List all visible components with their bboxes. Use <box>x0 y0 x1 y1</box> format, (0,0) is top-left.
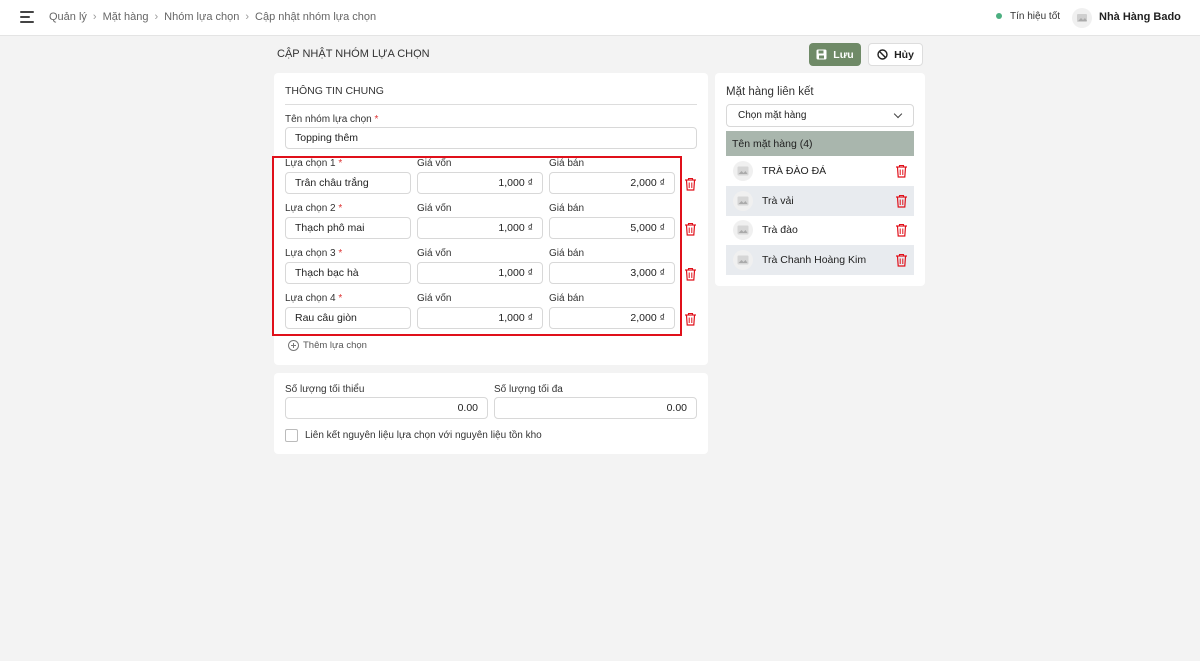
status-text: Tín hiệu tốt <box>1010 11 1061 22</box>
max-quantity-label: Số lượng tối đa <box>494 384 563 395</box>
linked-table-header: Tên mặt hàng (4) <box>726 131 914 156</box>
menu-icon[interactable] <box>20 11 36 25</box>
trash-icon[interactable] <box>895 223 908 237</box>
linked-item-row: Trà đào <box>726 215 914 245</box>
status-dot-icon <box>996 13 1002 20</box>
item-select[interactable]: Chọn mặt hàng <box>726 104 914 127</box>
max-quantity-input[interactable]: 0.00 <box>494 397 697 419</box>
min-quantity-label: Số lượng tối thiểu <box>285 384 365 395</box>
linked-item-name: Trà vải <box>762 194 794 207</box>
section-title: THÔNG TIN CHUNG <box>285 85 384 97</box>
linked-item-name: Trà đào <box>762 224 798 236</box>
trash-icon[interactable] <box>684 267 697 281</box>
group-name-label: Tên nhóm lựa chọn * <box>285 114 379 125</box>
breadcrumb: Quản lý › Mặt hàng › Nhóm lựa chọn › Cập nhật … <box>49 11 376 23</box>
linked-item-row: Trà Chanh Hoàng Kim <box>726 244 914 275</box>
save-button[interactable]: Lưu <box>809 43 861 66</box>
chevron-right-icon: › <box>154 11 159 23</box>
trash-icon[interactable] <box>684 312 697 326</box>
trash-icon[interactable] <box>895 164 908 178</box>
cancel-button[interactable]: Hủy <box>868 43 923 66</box>
highlight-box <box>272 156 682 336</box>
save-button-label: Lưu <box>833 48 854 61</box>
add-choice-button[interactable]: Thêm lựa chọn <box>288 340 367 351</box>
link-ingredients-checkbox[interactable] <box>285 429 298 442</box>
item-select-value: Chọn mặt hàng <box>738 110 807 121</box>
breadcrumb-item-option-groups[interactable]: Nhóm lựa chọn <box>164 11 239 23</box>
min-quantity-input[interactable]: 0.00 <box>285 397 488 419</box>
trash-icon[interactable] <box>895 194 908 208</box>
avatar[interactable] <box>1072 8 1092 28</box>
breadcrumb-item-current: Cập nhật nhóm lựa chọn <box>255 11 377 23</box>
trash-icon[interactable] <box>684 177 697 191</box>
top-bar: Quản lý › Mặt hàng › Nhóm lựa chọn › Cập nhật … <box>0 0 1200 36</box>
group-name-input[interactable]: Topping thêm <box>285 127 697 149</box>
chevron-right-icon: › <box>92 11 97 23</box>
breadcrumb-item-manage[interactable]: Quản lý <box>49 11 87 23</box>
linked-item-name: TRÀ ĐÀO ĐÁ <box>762 165 827 177</box>
ban-icon <box>877 49 888 60</box>
item-image-icon <box>733 161 753 181</box>
link-ingredients-label: Liên kết nguyên liệu lựa chọn với nguyên… <box>305 430 542 441</box>
linked-item-row: TRÀ ĐÀO ĐÁ <box>726 156 914 186</box>
linked-items-title: Mặt hàng liên kết <box>726 86 814 98</box>
page-title: CẬP NHẬT NHÓM LỰA CHỌN <box>277 48 430 60</box>
item-image-icon <box>733 190 753 211</box>
connection-status: Tín hiệu tốt <box>996 11 1060 22</box>
item-image-icon <box>733 249 753 270</box>
breadcrumb-item-items[interactable]: Mặt hàng <box>103 11 149 23</box>
trash-icon[interactable] <box>895 253 908 267</box>
add-choice-label: Thêm lựa chọn <box>303 340 367 351</box>
linked-item-name: Trà Chanh Hoàng Kim <box>762 253 867 266</box>
save-icon <box>816 49 827 60</box>
cancel-button-label: Hủy <box>894 48 914 61</box>
chevron-right-icon: › <box>245 11 250 23</box>
chevron-down-icon <box>893 109 903 119</box>
divider <box>285 104 697 105</box>
item-image-icon <box>733 220 753 240</box>
linked-item-row: Trà vải <box>726 185 914 216</box>
user-name[interactable]: Nhà Hàng Bado <box>1099 11 1181 23</box>
plus-circle-icon <box>288 340 299 351</box>
trash-icon[interactable] <box>684 222 697 236</box>
